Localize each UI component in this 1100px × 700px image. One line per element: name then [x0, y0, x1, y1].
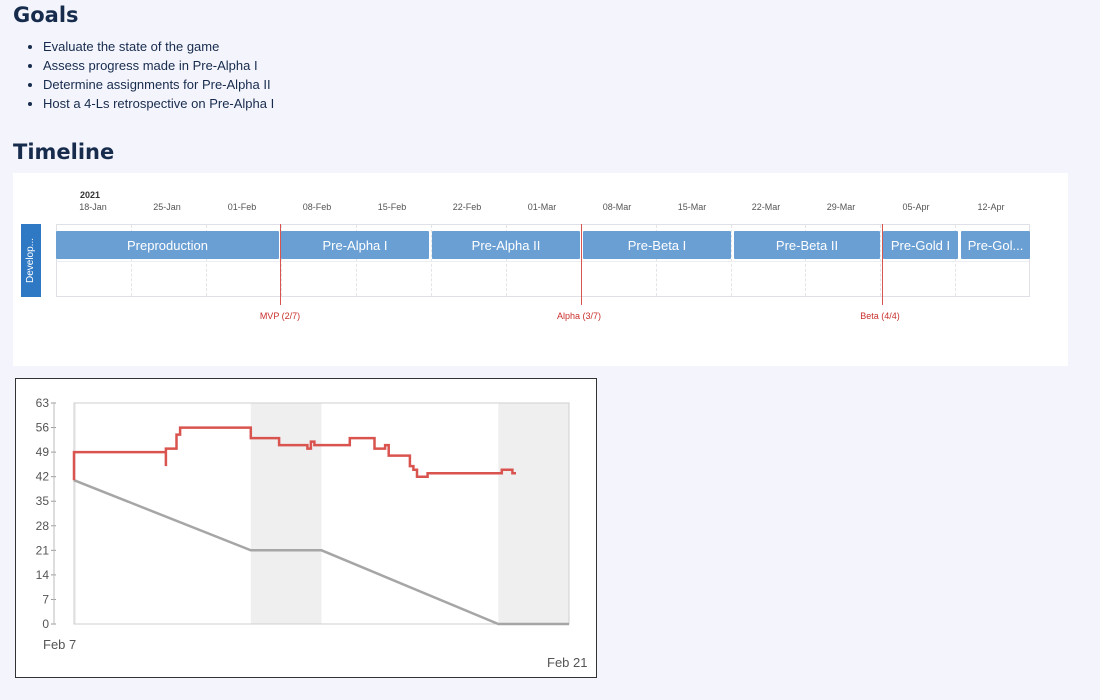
- timeline-date: 22-Mar: [751, 202, 781, 212]
- timeline-date: 25-Jan: [153, 202, 181, 212]
- x-tick-label: Feb 7: [43, 637, 76, 652]
- timeline-date: 08-Feb: [302, 202, 332, 212]
- swimlane-label: Develop...: [25, 237, 37, 284]
- goals-list: Evaluate the state of the game Assess pr…: [24, 37, 274, 113]
- y-tick-label: 0: [42, 617, 49, 631]
- goal-item: Assess progress made in Pre-Alpha I: [43, 56, 274, 75]
- timeline-bar-pre-gold-2[interactable]: Pre-Gol...: [961, 231, 1030, 259]
- goals-heading: Goals: [13, 3, 79, 27]
- timeline-date: 01-Feb: [227, 202, 257, 212]
- timeline-year: 2021: [80, 190, 101, 200]
- timeline-bar-pre-gold-1[interactable]: Pre-Gold I: [883, 231, 958, 259]
- weekend-shade: [498, 403, 569, 624]
- timeline-date: 08-Mar: [602, 202, 632, 212]
- milestone-marker: [882, 224, 883, 305]
- timeline-bar-pre-beta-1[interactable]: Pre-Beta I: [583, 231, 731, 259]
- timeline-date: 01-Mar: [527, 202, 557, 212]
- swimlane-tab[interactable]: Develop...: [21, 224, 41, 297]
- y-tick-label: 56: [36, 421, 50, 435]
- milestone-marker: [280, 224, 281, 305]
- y-tick-label: 35: [36, 494, 50, 508]
- burndown-chart: 0 7 14 21 28 35 42 49 56 63 Feb 7 Feb 21: [15, 378, 597, 678]
- timeline-bar-pre-beta-2[interactable]: Pre-Beta II: [734, 231, 880, 259]
- goal-item: Determine assignments for Pre-Alpha II: [43, 75, 274, 94]
- timeline-date: 12-Apr: [977, 202, 1005, 212]
- goal-item: Host a 4-Ls retrospective on Pre-Alpha I: [43, 94, 274, 113]
- milestone-label[interactable]: Alpha (3/7): [539, 311, 619, 321]
- y-tick-label: 63: [36, 396, 50, 410]
- x-tick-label: Feb 21: [547, 655, 587, 670]
- timeline-date: 15-Mar: [677, 202, 707, 212]
- burndown-chart-svg: 0 7 14 21 28 35 42 49 56 63 Feb 7 Feb 21: [36, 396, 588, 670]
- timeline-heading: Timeline: [13, 140, 115, 164]
- timeline-date: 05-Apr: [902, 202, 930, 212]
- goal-item: Evaluate the state of the game: [43, 37, 274, 56]
- timeline-bar-pre-alpha-2[interactable]: Pre-Alpha II: [432, 231, 580, 259]
- y-tick-label: 42: [36, 470, 50, 484]
- timeline-panel: 2021 18-Jan 25-Jan 01-Feb 08-Feb 15-Feb …: [13, 173, 1068, 366]
- timeline-date: 22-Feb: [452, 202, 482, 212]
- timeline-date: 18-Jan: [79, 202, 107, 212]
- timeline-date: 29-Mar: [826, 202, 856, 212]
- milestone-marker: [581, 224, 582, 305]
- y-tick-label: 21: [36, 543, 50, 557]
- timeline-bar-pre-alpha-1[interactable]: Pre-Alpha I: [281, 231, 429, 259]
- weekend-shade: [250, 403, 322, 624]
- timeline-bar-preproduction[interactable]: Preproduction: [56, 231, 279, 259]
- milestone-label[interactable]: MVP (2/7): [240, 311, 320, 321]
- y-tick-label: 7: [42, 592, 49, 606]
- y-tick-label: 14: [36, 568, 50, 582]
- y-tick-label: 49: [36, 445, 50, 459]
- timeline-date: 15-Feb: [377, 202, 407, 212]
- milestone-label[interactable]: Beta (4/4): [840, 311, 920, 321]
- y-tick-label: 28: [36, 519, 50, 533]
